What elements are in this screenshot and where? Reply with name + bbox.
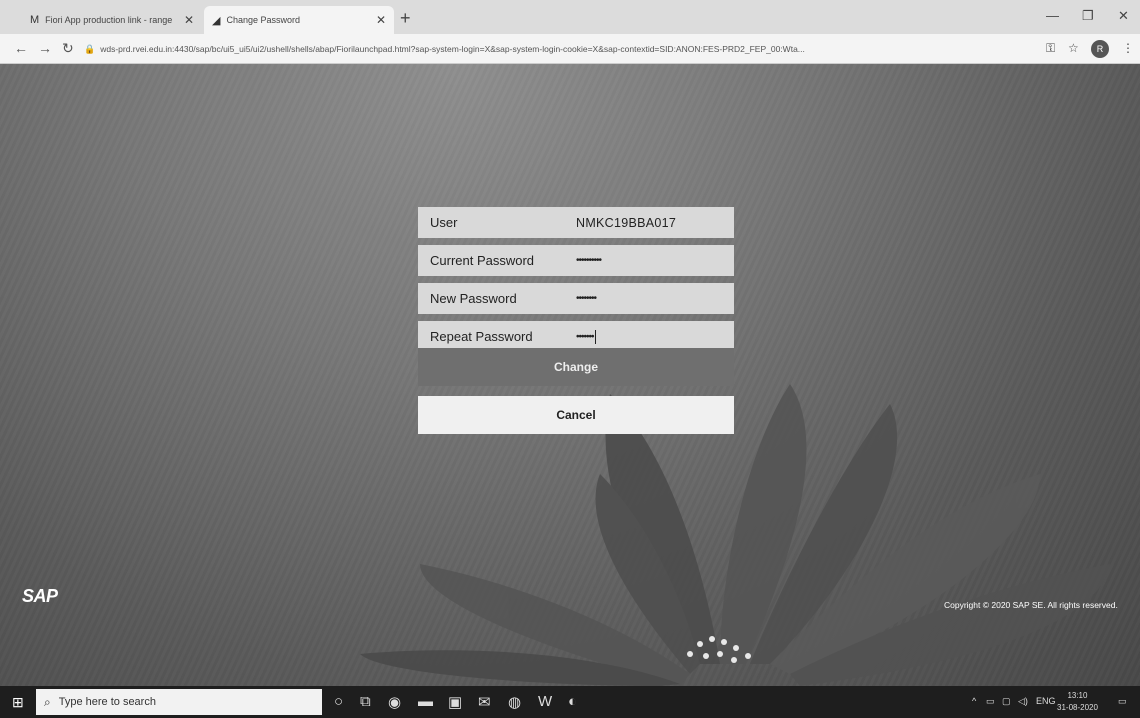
forward-icon[interactable]: → xyxy=(38,40,52,56)
current-password-label: Current Password xyxy=(430,253,535,268)
search-placeholder: Type here to search xyxy=(58,696,156,708)
search-icon: ⌕ xyxy=(44,694,51,709)
close-icon[interactable]: ✕ xyxy=(376,13,386,27)
display-icon[interactable]: ▢ xyxy=(1002,696,1011,707)
cortana-icon[interactable]: ○ xyxy=(334,693,343,710)
browser-tab-strip: M Fiori App production link - range ✕ ◢ … xyxy=(0,0,1140,34)
windows-start-icon[interactable]: ⊞ xyxy=(12,694,24,711)
file-explorer-icon[interactable]: ▬ xyxy=(418,693,433,710)
sap-logo: SAP xyxy=(22,586,58,606)
profile-avatar[interactable]: R xyxy=(1091,40,1109,58)
user-value[interactable]: NMKC19BBA017 xyxy=(576,216,734,230)
text-caret xyxy=(594,329,596,344)
repeat-password-input[interactable]: ••••••• xyxy=(576,329,734,344)
copyright-text: Copyright © 2020 SAP SE. All rights rese… xyxy=(944,600,1118,610)
sap-icon: ◢ xyxy=(212,14,221,27)
taskbar-search-box[interactable]: ⌕ Type here to search xyxy=(36,689,322,715)
address-bar: ← → ↻ 🔒 wds-prd.rvei.edu.in:4430/sap/bc/… xyxy=(0,34,1140,64)
new-password-field[interactable]: New Password •••••••• xyxy=(418,283,734,314)
lock-icon: 🔒 xyxy=(84,43,96,54)
tab-change-password[interactable]: ◢ Change Password ✕ xyxy=(204,6,394,34)
restore-icon[interactable]: ❐ xyxy=(1082,8,1094,24)
new-tab-icon[interactable]: + xyxy=(400,8,411,29)
clock-date: 31-08-2020 xyxy=(1057,703,1098,712)
user-field[interactable]: User NMKC19BBA017 xyxy=(418,207,734,238)
tab-label: Change Password xyxy=(226,15,301,25)
network-icon[interactable]: ▭ xyxy=(986,696,995,707)
tray-chevron-icon[interactable]: ^ xyxy=(972,696,976,706)
mail-app-icon[interactable]: ✉ xyxy=(478,693,491,711)
close-icon[interactable]: ✕ xyxy=(184,13,194,27)
new-password-input[interactable]: •••••••• xyxy=(576,293,734,304)
new-password-label: New Password xyxy=(430,291,517,306)
taskbar-clock[interactable]: 13:10 31-08-2020 xyxy=(1057,690,1098,714)
user-label: User xyxy=(430,215,458,230)
language-indicator[interactable]: ENG xyxy=(1036,696,1056,706)
repeat-password-text: ••••••• xyxy=(576,331,594,343)
clock-time: 13:10 xyxy=(1067,691,1088,700)
change-button[interactable]: Change xyxy=(418,348,734,386)
url-text: wds-prd.rvei.edu.in:4430/sap/bc/ui5_ui5/… xyxy=(100,44,805,54)
tab-label: Fiori App production link - range xyxy=(45,15,173,25)
menu-icon[interactable]: ⋮ xyxy=(1122,41,1134,55)
cancel-button[interactable]: Cancel xyxy=(418,396,734,434)
app-icon[interactable]: ◍ xyxy=(508,693,521,711)
window-close-icon[interactable]: ✕ xyxy=(1118,8,1129,24)
tab-fiori-app[interactable]: M Fiori App production link - range ✕ xyxy=(22,6,202,34)
back-icon[interactable]: ← xyxy=(14,40,28,56)
key-icon[interactable]: ⚿ xyxy=(1046,41,1055,56)
word-icon[interactable]: W xyxy=(538,693,552,710)
current-password-field[interactable]: Current Password •••••••••• xyxy=(418,245,734,276)
store-icon[interactable]: ▣ xyxy=(448,693,462,711)
volume-icon[interactable]: ◁) xyxy=(1018,696,1028,707)
repeat-password-label: Repeat Password xyxy=(430,329,533,344)
chrome-icon[interactable]: ◐ xyxy=(568,693,577,710)
current-password-input[interactable]: •••••••••• xyxy=(576,255,734,266)
windows-taskbar: ⊞ ⌕ Type here to search ○ ⧉ ◉ ▬ ▣ ✉ ◍ W … xyxy=(0,686,1140,718)
edge-browser-icon[interactable]: ◉ xyxy=(388,693,401,711)
reload-icon[interactable]: ↻ xyxy=(62,40,74,57)
star-icon[interactable]: ☆ xyxy=(1068,41,1079,55)
minimize-icon[interactable]: — xyxy=(1046,8,1059,23)
url-field[interactable]: 🔒 wds-prd.rvei.edu.in:4430/sap/bc/ui5_ui… xyxy=(84,38,1044,60)
task-view-icon[interactable]: ⧉ xyxy=(360,693,371,710)
notifications-icon[interactable]: ▭ xyxy=(1118,696,1127,707)
mail-icon: M xyxy=(30,14,40,26)
